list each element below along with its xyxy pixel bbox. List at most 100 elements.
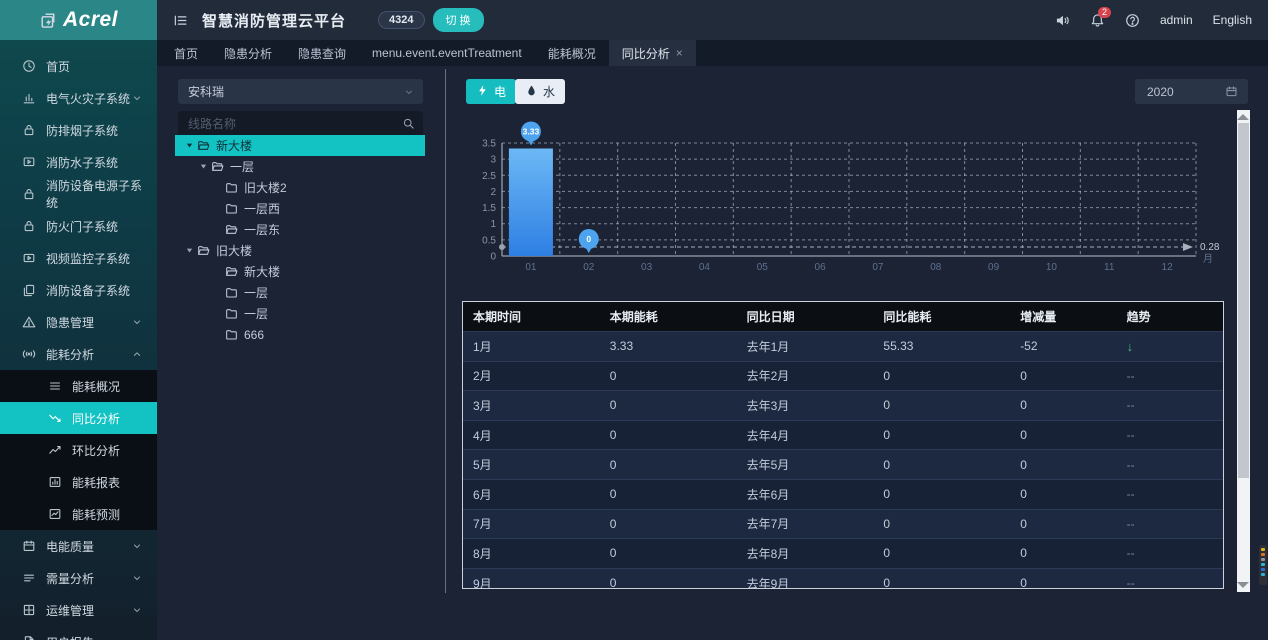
tab-3[interactable]: menu.event.eventTreatment [359,40,535,66]
sidebar-item-11[interactable]: 需量分析 [0,562,157,594]
sidebar-subitem-2[interactable]: 环比分析 [0,434,157,466]
sidebar-item-4[interactable]: 消防设备电源子系统 [0,178,157,210]
table-row-2: 3月0去年3月00-- [463,390,1223,420]
caret-down-icon[interactable] [197,161,209,172]
tree-node-label: 一层 [244,284,268,301]
sidebar-item-3[interactable]: 消防水子系统 [0,146,157,178]
sidebar-item-9[interactable]: 能耗分析 [0,338,157,370]
sidebar-item-7[interactable]: 消防设备子系统 [0,274,157,306]
search-icon[interactable] [402,117,423,130]
table-cell: 0 [600,517,737,531]
table-cell: 0 [873,517,1010,531]
table-cell: 去年9月 [737,575,874,589]
sidebar-menu: 首页电气火灾子系统防排烟子系统消防水子系统消防设备电源子系统防火门子系统视频监控… [0,40,157,640]
sidebar-item-0[interactable]: 首页 [0,50,157,82]
sidebar-item-1[interactable]: 电气火灾子系统 [0,82,157,114]
column-header-0: 本期时间 [463,308,600,325]
sidebar-item-label: 需量分析 [46,570,94,587]
station-select[interactable]: 安科瑞 [178,79,423,104]
trend-cell: -- [1117,546,1223,560]
tab-4[interactable]: 能耗概况 [535,40,609,66]
speaker-icon[interactable] [1055,13,1070,28]
caret-down-icon[interactable] [183,245,195,256]
folder-open-icon [197,139,210,152]
trend-none-dash: -- [1127,546,1135,560]
x-tick-label: 01 [525,262,537,273]
close-icon[interactable]: × [676,46,683,60]
y-tick-label: 1 [490,219,496,230]
sidebar-item-10[interactable]: 电能质量 [0,530,157,562]
scrollbar-down-arrow[interactable] [1237,582,1249,588]
table-cell: 1月 [463,338,600,355]
table-cell: 0 [1010,428,1116,442]
water-label: 水 [543,83,555,100]
caret-down-icon[interactable] [183,140,195,151]
tree-node-1[interactable]: 一层 [175,156,425,177]
electric-toggle-button[interactable]: 电 [466,79,516,104]
panel-divider [445,69,446,593]
tree-node-2[interactable]: 旧大楼2 [175,177,425,198]
table-cell: 去年2月 [737,367,874,384]
x-tick-label: 04 [699,262,711,273]
tree-node-9[interactable]: 666 [175,324,425,345]
switch-button[interactable]: 切 换 [433,8,484,32]
chevron-down-icon [131,316,143,328]
year-picker[interactable]: 2020 [1135,79,1248,104]
lightning-icon [476,84,489,100]
trend-cell: -- [1117,487,1223,501]
sidebar-item-label: 隐患管理 [46,314,94,331]
scrollbar-thumb[interactable] [1238,123,1249,478]
tree-node-3[interactable]: 一层西 [175,198,425,219]
sidebar-subitem-1[interactable]: 同比分析 [0,402,157,434]
help-icon[interactable] [1125,13,1140,28]
trend-down-icon [48,411,62,425]
trend-none-dash: -- [1127,369,1135,383]
x-tick-label: 07 [872,262,884,273]
tree-node-7[interactable]: 一层 [175,282,425,303]
search-input[interactable] [178,117,402,131]
sidebar-item-12[interactable]: 运维管理 [0,594,157,626]
table-cell: 8月 [463,545,600,562]
tree-node-0[interactable]: 新大楼 [175,135,425,156]
folder-open-icon [197,244,210,257]
tree-node-8[interactable]: 一层 [175,303,425,324]
lock-icon [22,219,36,233]
tree-node-6[interactable]: 新大楼 [175,261,425,282]
tab-2[interactable]: 隐患查询 [285,40,359,66]
sidebar-subitem-3[interactable]: 能耗报表 [0,466,157,498]
folder-icon [225,181,238,194]
sidebar-item-8[interactable]: 隐患管理 [0,306,157,338]
chevron-down-icon [131,540,143,552]
sidebar-item-5[interactable]: 防火门子系统 [0,210,157,242]
trend-cell: -- [1117,517,1223,531]
main-content: 安科瑞 新大楼一层旧大楼2一层西一层东旧大楼新大楼一层一层666 电 水 202… [157,66,1268,640]
notifications-button[interactable]: 2 [1090,13,1105,28]
tab-label: menu.event.eventTreatment [372,46,522,60]
language-switcher[interactable]: English [1213,13,1252,27]
tab-1[interactable]: 隐患分析 [211,40,285,66]
scrollbar[interactable] [1237,110,1250,592]
water-toggle-button[interactable]: 水 [515,79,565,104]
tree-node-4[interactable]: 一层东 [175,219,425,240]
username[interactable]: admin [1160,13,1193,27]
copy-icon [22,283,36,297]
sidebar-item-label: 消防水子系统 [46,154,118,171]
tab-0[interactable]: 首页 [161,40,211,66]
sidebar-item-2[interactable]: 防排烟子系统 [0,114,157,146]
scrollbar-up-arrow[interactable] [1237,114,1249,120]
tree-node-5[interactable]: 旧大楼 [175,240,425,261]
marker-dot [1261,563,1265,566]
y-tick-label: 3 [490,155,496,166]
sidebar-item-6[interactable]: 视频监控子系统 [0,242,157,274]
chart-bar-01 [509,148,553,256]
sidebar-item-13[interactable]: 用户报告 [0,626,157,640]
video-icon [22,251,36,265]
tab-5[interactable]: 同比分析× [609,40,696,66]
column-header-3: 同比能耗 [873,308,1010,325]
menu-fold-icon[interactable] [173,13,188,28]
page-title: 智慧消防管理云平台 [202,10,346,31]
table-row-0: 1月3.33去年1月55.33-52↓ [463,331,1223,361]
sidebar-subitem-4[interactable]: 能耗预测 [0,498,157,530]
sidebar-subitem-0[interactable]: 能耗概况 [0,370,157,402]
station-select-value: 安科瑞 [188,83,224,100]
